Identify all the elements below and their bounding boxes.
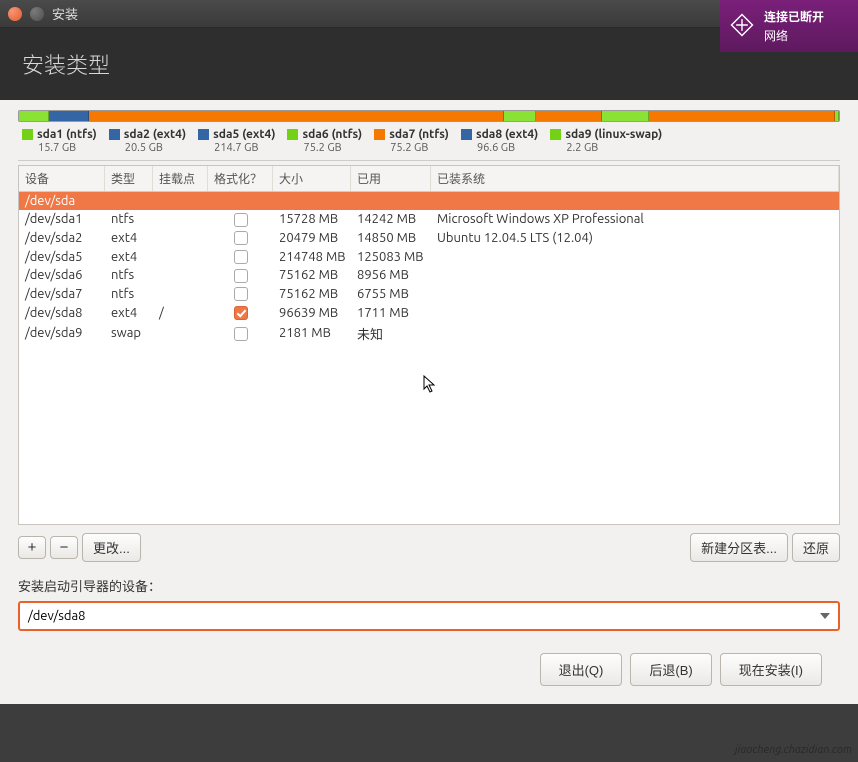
- disk-usage-bar: [18, 110, 840, 122]
- watermark: jiaocheng.chazidian.com: [735, 744, 852, 756]
- legend-item[interactable]: sda1 (ntfs)15.7 GB: [18, 128, 101, 154]
- table-header: 设备 类型 挂载点 格式化？ 大小 已用 已装系统: [19, 166, 839, 192]
- footer-buttons: 退出(Q) 后退(B) 现在安装(I): [18, 631, 840, 704]
- bar-segment: [649, 111, 835, 121]
- table-row[interactable]: /dev/sda7ntfs75162 MB6755 MB: [19, 285, 839, 304]
- install-now-button[interactable]: 现在安装(I): [720, 653, 822, 686]
- chevron-down-icon: [820, 613, 830, 619]
- legend-name: sda8 (ext4): [476, 128, 538, 141]
- partition-toolbar: + − 更改... 新建分区表... 还原: [18, 533, 840, 562]
- cursor-icon: [423, 375, 437, 393]
- remove-partition-button[interactable]: −: [50, 536, 78, 559]
- legend-item[interactable]: sda7 (ntfs)75.2 GB: [370, 128, 453, 154]
- table-row[interactable]: /dev/sda8ext4/96639 MB1711 MB: [19, 303, 839, 322]
- quit-button[interactable]: 退出(Q): [540, 653, 623, 686]
- notification-title: 连接已断开: [764, 8, 824, 25]
- format-checkbox[interactable]: [234, 231, 248, 245]
- legend-name: sda6 (ntfs): [302, 128, 362, 141]
- bar-segment: [536, 111, 602, 121]
- revert-button[interactable]: 还原: [792, 533, 840, 562]
- legend-item[interactable]: sda6 (ntfs)75.2 GB: [283, 128, 366, 154]
- col-device: 设备: [19, 166, 105, 191]
- legend-size: 75.2 GB: [374, 142, 449, 154]
- legend-item[interactable]: sda8 (ext4)96.6 GB: [457, 128, 542, 154]
- table-row[interactable]: /dev/sda1ntfs15728 MB14242 MBMicrosoft W…: [19, 210, 839, 229]
- legend-size: 75.2 GB: [287, 142, 362, 154]
- table-row[interactable]: /dev/sda5ext4214748 MB125083 MB: [19, 247, 839, 266]
- bar-segment: [49, 111, 88, 121]
- legend-size: 214.7 GB: [198, 142, 275, 154]
- legend-name: sda7 (ntfs): [389, 128, 449, 141]
- legend-size: 2.2 GB: [550, 142, 662, 154]
- table-row[interactable]: /dev/sda2ext420479 MB14850 MBUbuntu 12.0…: [19, 229, 839, 248]
- legend-size: 15.7 GB: [22, 142, 97, 154]
- bootloader-value: /dev/sda8: [28, 609, 86, 623]
- minimize-icon[interactable]: [30, 7, 44, 21]
- swatch-icon: [550, 129, 561, 140]
- swatch-icon: [198, 129, 209, 140]
- close-icon[interactable]: [8, 7, 22, 21]
- legend-item[interactable]: sda2 (ext4)20.5 GB: [105, 128, 190, 154]
- table-parent-row[interactable]: /dev/sda: [19, 192, 839, 210]
- bar-segment: [835, 111, 839, 121]
- format-checkbox[interactable]: [234, 327, 248, 341]
- swatch-icon: [374, 129, 385, 140]
- format-checkbox[interactable]: [234, 269, 248, 283]
- bar-segment: [602, 111, 649, 121]
- col-format: 格式化？: [208, 166, 273, 191]
- partition-table[interactable]: 设备 类型 挂载点 格式化？ 大小 已用 已装系统 /dev/sda /dev/…: [18, 165, 840, 525]
- swatch-icon: [287, 129, 298, 140]
- legend-size: 96.6 GB: [461, 142, 538, 154]
- col-used: 已用: [351, 166, 431, 191]
- legend-name: sda2 (ext4): [124, 128, 186, 141]
- window-title: 安装: [52, 4, 78, 23]
- format-checkbox[interactable]: [234, 287, 248, 301]
- col-system: 已装系统: [431, 166, 839, 191]
- partition-legend: sda1 (ntfs)15.7 GBsda2 (ext4)20.5 GBsda5…: [18, 128, 840, 161]
- format-checkbox[interactable]: [234, 213, 248, 227]
- table-row[interactable]: /dev/sda9swap2181 MB未知: [19, 322, 839, 345]
- swatch-icon: [461, 129, 472, 140]
- page-title: 安装类型: [22, 48, 836, 80]
- bar-segment: [19, 111, 49, 121]
- bootloader-section: 安装启动引导器的设备： /dev/sda8: [18, 576, 840, 631]
- back-button[interactable]: 后退(B): [630, 653, 711, 686]
- network-disconnected-icon: [728, 11, 756, 42]
- format-checkbox[interactable]: [234, 250, 248, 264]
- network-notification[interactable]: 连接已断开 网络: [720, 0, 858, 52]
- col-mount: 挂载点: [153, 166, 208, 191]
- change-partition-button[interactable]: 更改...: [82, 533, 141, 562]
- col-size: 大小: [273, 166, 351, 191]
- format-checkbox[interactable]: [234, 306, 248, 320]
- new-partition-table-button[interactable]: 新建分区表...: [690, 533, 788, 562]
- legend-name: sda5 (ext4): [213, 128, 275, 141]
- bootloader-select[interactable]: /dev/sda8: [18, 601, 840, 631]
- legend-name: sda9 (linux-swap): [565, 128, 662, 141]
- swatch-icon: [109, 129, 120, 140]
- col-type: 类型: [105, 166, 153, 191]
- legend-size: 20.5 GB: [109, 142, 186, 154]
- table-row[interactable]: /dev/sda6ntfs75162 MB8956 MB: [19, 266, 839, 285]
- bar-segment: [89, 111, 504, 121]
- bootloader-label: 安装启动引导器的设备：: [18, 576, 840, 595]
- legend-item[interactable]: sda9 (linux-swap)2.2 GB: [546, 128, 666, 154]
- legend-item[interactable]: sda5 (ext4)214.7 GB: [194, 128, 279, 154]
- add-partition-button[interactable]: +: [18, 536, 46, 559]
- bar-segment: [504, 111, 537, 121]
- legend-name: sda1 (ntfs): [37, 128, 97, 141]
- swatch-icon: [22, 129, 33, 140]
- notification-subtitle: 网络: [764, 27, 824, 44]
